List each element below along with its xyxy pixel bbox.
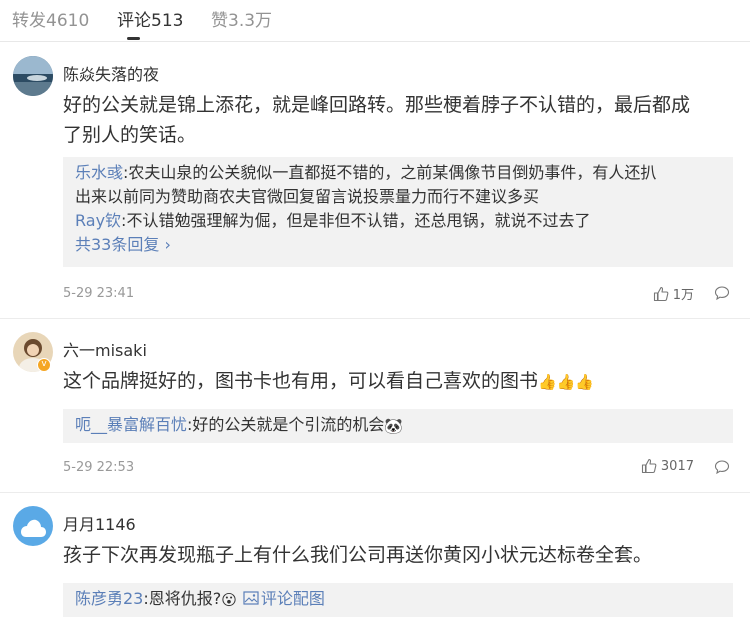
comment-text-line: 好的公关就是锦上添花，就是峰回路转。那些梗着脖子不认错的，最后都成 [63,94,691,116]
divider [0,492,750,493]
comment-time: 5-29 22:53 [63,460,135,475]
more-replies-label: 共33条回复 [75,235,160,254]
avatar[interactable] [13,56,53,96]
tab-reposts[interactable]: 转发4610 [12,6,89,31]
verified-badge-icon: v [37,358,51,372]
username[interactable]: 月月1146 [63,511,136,535]
panda-emoji: 🐼 [384,416,404,435]
divider [0,318,750,319]
like-count: 1万 [672,288,694,303]
like-button[interactable]: 1万 [653,284,694,303]
reply-username[interactable]: 乐水彧 [75,163,123,182]
thumbs-up-icon [641,458,657,474]
like-button[interactable]: 3017 [641,458,694,474]
comment-text: 这个品牌挺好的，图书卡也有用，可以看自己喜欢的图书👍👍👍 [63,366,733,397]
like-count: 3017 [660,458,694,474]
comment-tabs: 转发4610 评论513 赞3.3万 [0,0,750,42]
reply-text: :恩将仇报? [143,589,222,608]
reply-item: Ray钦:不认错勉强理解为倔，但是非但不认错，还总甩锅，就说不过去了 [75,209,721,233]
reply-button[interactable] [714,285,730,305]
reply-text: :不认错勉强理解为倔，但是非但不认错，还总甩锅，就说不过去了 [121,211,591,230]
thumbs-up-icon [653,286,669,301]
thumbs-up-emoji: 👍👍👍 [538,372,595,391]
reply-text: :好的公关就是个引流的机会 [187,415,385,434]
comment-bubble-icon [714,286,730,301]
reply-item: 乐水彧:农夫山泉的公关貌似一直都挺不错的，之前某偶像节目倒奶事件，有人还扒 [75,161,721,185]
reply-button[interactable] [714,459,730,479]
reply-text: :农夫山泉的公关貌似一直都挺不错的，之前某偶像节目倒奶事件，有人还扒 [123,163,657,182]
surprised-emoji: 😮 [221,590,237,609]
username[interactable]: 六一misaki [63,337,147,361]
reply-item: 呃__暴富解百忧:好的公关就是个引流的机会🐼 [75,413,721,438]
reply-box: 乐水彧:农夫山泉的公关貌似一直都挺不错的，之前某偶像节目倒奶事件，有人还扒 出来… [63,157,733,267]
tab-comments[interactable]: 评论513 [117,6,183,31]
comment-text-line: 了别人的笑话。 [63,124,197,146]
comment-text-line: 这个品牌挺好的，图书卡也有用，可以看自己喜欢的图书 [63,370,539,392]
username[interactable]: 陈焱失落的夜 [63,61,159,85]
reply-item: 陈彦勇23:恩将仇报?😮 评论配图 [75,587,721,612]
more-replies-link[interactable]: 共33条回复 › [75,233,721,257]
reply-box: 陈彦勇23:恩将仇报?😮 评论配图 [63,583,733,617]
avatar[interactable] [13,506,53,546]
active-tab-indicator [127,37,140,40]
comment-text: 孩子下次再发现瓶子上有什么我们公司再送你黄冈小状元达标卷全套。 [63,544,653,566]
image-comment-label: 评论配图 [260,589,325,608]
reply-text-line: 出来以前同为赞助商农夫官微回复留言说投票量力而行不建议多买 [75,187,540,206]
reply-username[interactable]: Ray钦 [75,211,121,230]
image-comment-link[interactable]: 评论配图 [237,589,325,608]
image-icon [243,591,259,605]
reply-box: 呃__暴富解百忧:好的公关就是个引流的机会🐼 [63,409,733,443]
chevron-right-icon: › [159,235,171,254]
reply-username[interactable]: 呃__暴富解百忧 [75,415,187,434]
comment-bubble-icon [714,460,730,475]
reply-username[interactable]: 陈彦勇23 [75,589,143,608]
comment-time: 5-29 23:41 [63,286,135,301]
comment-text: 好的公关就是锦上添花，就是峰回路转。那些梗着脖子不认错的，最后都成 了别人的笑话… [63,90,733,150]
tab-likes[interactable]: 赞3.3万 [211,6,272,31]
